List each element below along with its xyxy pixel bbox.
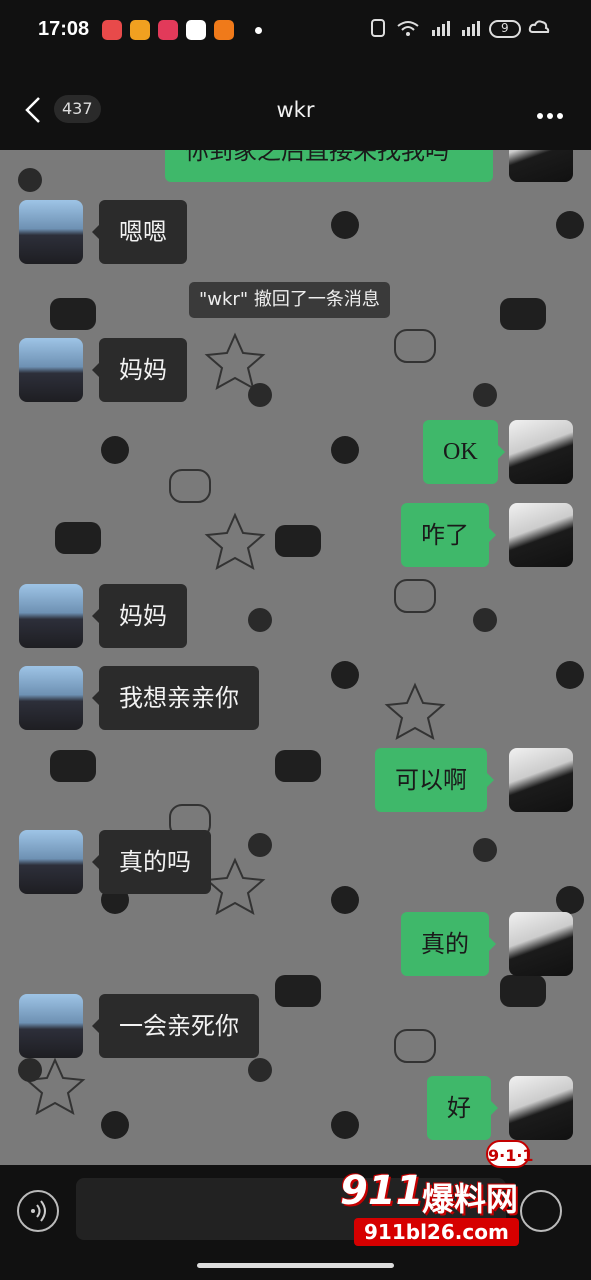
avatar-me[interactable] [509,420,573,484]
signal-icon-1 [432,21,450,36]
chat-area[interactable]: 你到家之后直接来找我吗 嗯嗯 "wkr" 撤回了一条消息 妈妈 OK 咋了 妈妈… [0,150,591,1165]
message-bubble[interactable]: 我想亲亲你 [92,666,259,730]
music-app-icon [102,20,122,40]
watermark-title: 爆料网 [422,1180,519,1218]
plus-app-icon [186,20,206,40]
notification-dot [255,27,262,34]
message-bubble[interactable]: 好 [427,1076,498,1140]
watermark-badge: 9·1·1 [486,1140,534,1168]
avatar-wkr[interactable] [19,584,83,648]
message-bubble[interactable]: 妈妈 [92,584,187,648]
watermark-url: 911bl26.com [354,1218,519,1246]
recall-notice: "wkr" 撤回了一条消息 [189,282,390,318]
message-bubble[interactable]: 妈妈 [92,338,187,402]
avatar-wkr[interactable] [19,994,83,1058]
message-bubble[interactable]: 可以啊 [375,748,494,812]
avatar-me[interactable] [509,503,573,567]
more-dot-icon [547,113,553,119]
message-bubble[interactable]: 咋了 [401,503,496,567]
message-bubble[interactable]: 真的吗 [92,830,211,894]
cloud-icon [528,20,550,33]
hotspot-icon [397,21,419,36]
status-bar: 17:08 9 [0,0,591,62]
message-bubble[interactable]: 嗯嗯 [92,200,187,264]
avatar-me[interactable] [509,912,573,976]
more-dot-icon [537,113,543,119]
message-bubble[interactable]: OK [423,420,505,484]
avatar-me[interactable] [509,150,573,182]
heart-app-icon [158,20,178,40]
message-bubble-partial[interactable]: 你到家之后直接来找我吗 [165,150,493,182]
signal-icon-2 [462,21,480,36]
avatar-wkr[interactable] [19,338,83,402]
message-bubble[interactable]: 一会亲死你 [92,994,259,1058]
watermark-logo: 9·1·1 911 爆料网 911bl26.com [340,1140,580,1250]
home-indicator [197,1263,394,1268]
avatar-wkr[interactable] [19,200,83,264]
watermark-number: 911 [340,1168,424,1214]
nfc-icon [371,19,385,37]
more-options-button[interactable] [533,104,563,123]
avatar-wkr[interactable] [19,666,83,730]
battery-level: 9 [501,21,509,35]
message-bubble[interactable]: 真的 [401,912,496,976]
chat-header: 437 wkr [0,62,591,150]
avatar-wkr[interactable] [19,830,83,894]
status-time: 17:08 [38,18,90,40]
voice-input-button[interactable] [17,1190,59,1232]
avatar-me[interactable] [509,748,573,812]
video-app-icon [130,20,150,40]
grid-app-icon [214,20,234,40]
more-dot-icon [557,113,563,119]
avatar-me[interactable] [509,1076,573,1140]
chat-title: wkr [276,98,315,122]
voice-icon [31,1200,46,1222]
